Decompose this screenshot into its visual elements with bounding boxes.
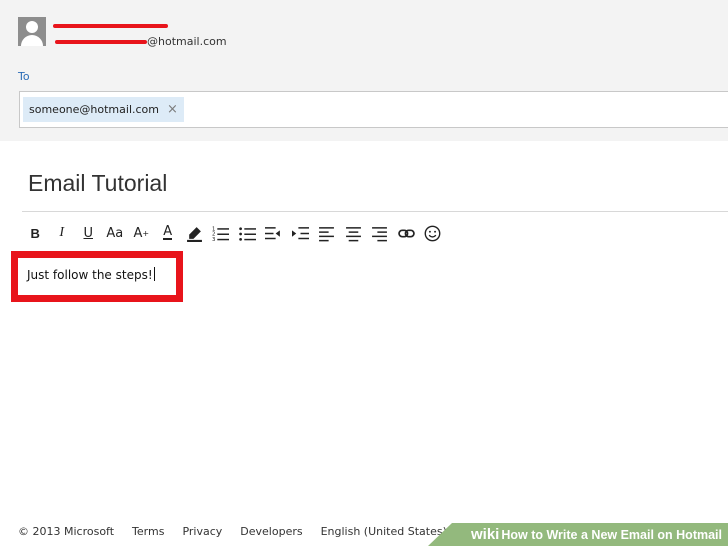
decrease-indent-icon[interactable] [261,220,288,246]
privacy-link[interactable]: Privacy [182,525,222,541]
bold-button[interactable]: B [22,220,49,246]
grow-font-button[interactable]: A + [128,220,155,246]
underline-button[interactable]: U [75,220,102,246]
wikihow-logo-text: wiki [471,526,500,543]
annotation-highlight-box [11,251,183,302]
svg-text:3: 3 [212,236,215,241]
align-right-icon[interactable] [367,220,394,246]
compose-header: @hotmail.com To someone@hotmail.com × [0,0,728,141]
align-center-icon[interactable] [340,220,367,246]
align-left-icon[interactable] [314,220,341,246]
redaction-mark [55,40,147,44]
formatting-toolbar: B I U Aa A + A 123 [22,220,446,246]
copyright-text: © 2013 Microsoft [18,525,115,538]
remove-recipient-icon[interactable]: × [167,102,178,117]
subject-field[interactable]: Email Tutorial [28,170,167,197]
sender-email-domain: @hotmail.com [147,35,227,48]
bullet-list-icon[interactable] [234,220,261,246]
numbered-list-icon[interactable]: 123 [208,220,235,246]
user-avatar-icon [18,17,46,46]
to-label: To [18,70,30,83]
redaction-mark [53,24,168,28]
wikihow-title: How to Write a New Email on Hotmail [501,527,722,542]
subject-divider [22,211,728,212]
terms-link[interactable]: Terms [132,525,164,541]
font-size-button[interactable]: Aa [102,220,129,246]
recipient-chip[interactable]: someone@hotmail.com × [23,97,184,122]
increase-indent-icon[interactable] [287,220,314,246]
font-color-button[interactable]: A [155,220,182,246]
italic-button[interactable]: I [49,220,76,246]
footer: © 2013 Microsoft Terms Privacy Developer… [18,525,447,541]
wikihow-banner: wiki How to Write a New Email on Hotmail [428,523,728,546]
developers-link[interactable]: Developers [240,525,302,541]
emoji-icon[interactable] [420,220,447,246]
insert-link-icon[interactable] [393,220,420,246]
language-link[interactable]: English (United States) [321,525,447,541]
recipient-email: someone@hotmail.com [29,103,159,116]
highlight-icon[interactable] [181,220,208,246]
to-field[interactable]: someone@hotmail.com × [19,91,728,128]
